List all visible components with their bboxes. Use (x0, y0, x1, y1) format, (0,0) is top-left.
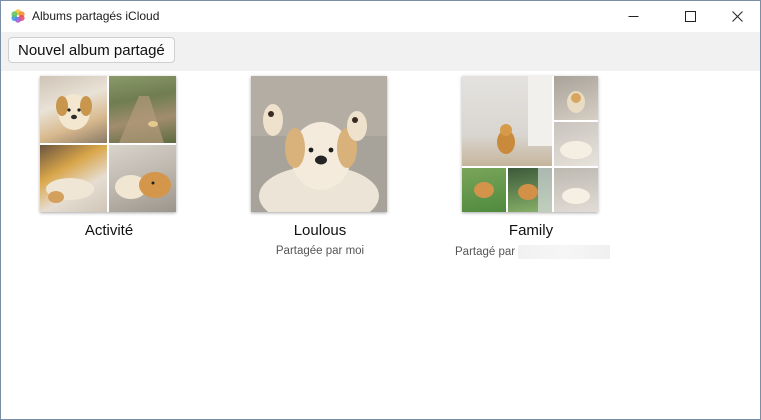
album-thumbnail[interactable] (40, 76, 176, 212)
minimize-button[interactable] (610, 1, 656, 32)
close-button[interactable] (714, 1, 760, 32)
photo-tile (554, 76, 598, 120)
photo-tile (462, 76, 552, 166)
album-name: Activité (84, 222, 134, 239)
maximize-button[interactable] (667, 1, 713, 32)
album-subtitle-text: Partagé par (455, 246, 516, 259)
album-subtitle: Partagée par moi (275, 245, 365, 257)
album-loulous[interactable]: Loulous Partagée par moi (225, 76, 415, 266)
maximize-icon (684, 11, 696, 22)
photo-tile (109, 76, 176, 143)
window-title: Albums partagés iCloud (32, 9, 160, 23)
photo-tile (554, 122, 598, 166)
photo-tile (554, 168, 598, 212)
title-bar: Albums partagés iCloud (1, 1, 760, 32)
photo-tile (508, 168, 552, 212)
photo-tile (251, 76, 387, 212)
photo-tile (462, 168, 506, 212)
album-name: Family (508, 222, 554, 239)
toolbar: Nouvel album partagé (1, 32, 760, 71)
new-shared-album-button[interactable]: Nouvel album partagé (8, 37, 175, 63)
photo-tile (109, 145, 176, 212)
album-name: Loulous (293, 222, 347, 239)
redacted-name (518, 245, 611, 259)
app-window: Albums partagés iCloud Nouvel album part… (0, 0, 761, 420)
photo-tile (40, 145, 107, 212)
album-thumbnail[interactable] (462, 76, 598, 212)
minimize-icon (628, 11, 639, 22)
album-subtitle: Partagé par (455, 245, 611, 259)
album-family[interactable]: Family Partagé par (436, 76, 626, 266)
photo-tile (40, 76, 107, 143)
album-thumbnail[interactable] (251, 76, 387, 212)
photos-app-icon (10, 8, 26, 24)
album-activite[interactable]: Activité (14, 76, 204, 266)
close-icon (731, 11, 743, 22)
